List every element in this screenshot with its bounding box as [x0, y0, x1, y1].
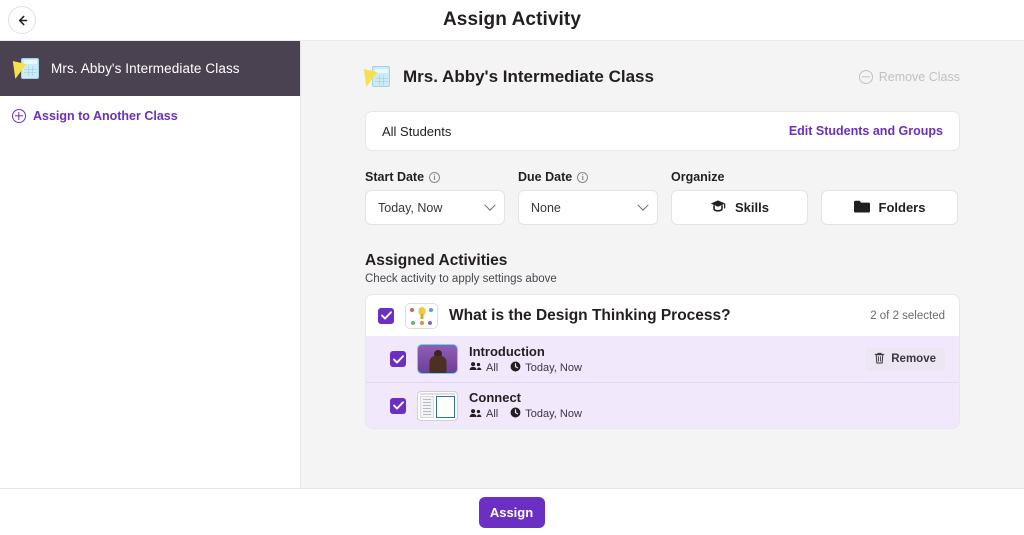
folders-button[interactable]: Folders [821, 190, 958, 225]
main-content: Mrs. Abby's Intermediate Class Remove Cl… [301, 41, 1024, 488]
audience-meta: All [469, 361, 498, 374]
assign-to-another-class-button[interactable]: Assign to Another Class [0, 96, 300, 123]
due-date-field: Due Date i None [518, 170, 658, 225]
organize-field: Organize Skills [671, 170, 958, 225]
start-date-value: Today, Now [378, 201, 442, 215]
sub-activity-checkbox[interactable] [390, 351, 406, 367]
assigned-activities-subtitle: Check activity to apply settings above [365, 273, 960, 285]
all-students-label: All Students [382, 124, 451, 139]
top-bar: Assign Activity [0, 0, 1024, 41]
sub-activity-row[interactable]: Introduction [366, 336, 959, 382]
due-date-label-group: Due Date i [518, 170, 658, 184]
time-meta: Today, Now [510, 361, 582, 375]
graduation-cap-icon [710, 199, 726, 216]
trash-icon [874, 352, 885, 367]
time-meta: Today, Now [510, 407, 582, 421]
folder-icon [854, 200, 870, 216]
connect-document-thumbnail [417, 391, 458, 421]
sub-activity-row[interactable]: Connect [366, 382, 959, 428]
assigned-activities-header: Assigned Activities Check activity to ap… [365, 252, 960, 285]
main-class-title: Mrs. Abby's Intermediate Class [403, 67, 654, 87]
assign-to-another-class-label: Assign to Another Class [33, 109, 178, 123]
assign-activity-page: Assign Activity Mrs. Abby's Intermediate… [0, 0, 1024, 535]
class-calculator-icon [365, 65, 391, 89]
time-label: Today, Now [525, 408, 582, 420]
sub-activity-checkbox[interactable] [390, 398, 406, 414]
activity-card: What is the Design Thinking Process? 2 o… [365, 294, 960, 429]
remove-activity-label: Remove [891, 353, 936, 365]
remove-activity-button[interactable]: Remove [865, 348, 945, 371]
footer-bar: Assign [0, 488, 1024, 535]
due-date-value: None [531, 201, 561, 215]
page-body: Mrs. Abby's Intermediate Class Assign to… [0, 41, 1024, 488]
organize-buttons: Skills Folders [671, 190, 958, 225]
clock-icon [510, 407, 521, 421]
skills-button[interactable]: Skills [671, 190, 808, 225]
sidebar-class-label: Mrs. Abby's Intermediate Class [51, 61, 240, 76]
info-icon[interactable]: i [429, 172, 440, 183]
time-label: Today, Now [525, 362, 582, 374]
students-card: All Students Edit Students and Groups [365, 111, 960, 151]
sub-activity-title: Introduction [469, 344, 854, 359]
remove-class-label: Remove Class [879, 70, 960, 84]
page-title: Assign Activity [0, 9, 1024, 31]
organize-label: Organize [671, 170, 958, 184]
edit-students-and-groups-link[interactable]: Edit Students and Groups [789, 124, 943, 138]
sidebar: Mrs. Abby's Intermediate Class Assign to… [0, 41, 301, 488]
sub-activity-title: Connect [469, 390, 945, 405]
clock-icon [510, 361, 521, 375]
circle-plus-icon [12, 109, 26, 123]
audience-label: All [486, 408, 498, 420]
activity-title: What is the Design Thinking Process? [449, 307, 859, 325]
audience-meta: All [469, 408, 498, 421]
circle-minus-icon [859, 70, 873, 84]
start-date-field: Start Date i Today, Now [365, 170, 505, 225]
assigned-activities-title: Assigned Activities [365, 252, 960, 270]
class-calculator-icon [14, 57, 40, 81]
chevron-down-icon [637, 199, 648, 210]
audience-label: All [486, 362, 498, 374]
remove-class-button[interactable]: Remove Class [859, 70, 960, 84]
activity-checkbox[interactable] [378, 308, 394, 324]
skills-label: Skills [735, 200, 769, 215]
info-icon[interactable]: i [577, 172, 588, 183]
arrow-left-icon [16, 14, 29, 27]
chevron-down-icon [484, 199, 495, 210]
main-class-header: Mrs. Abby's Intermediate Class Remove Cl… [365, 57, 960, 97]
back-button[interactable] [8, 6, 36, 34]
start-date-label-group: Start Date i [365, 170, 505, 184]
start-date-label: Start Date [365, 170, 424, 184]
people-icon [469, 408, 482, 421]
start-date-select[interactable]: Today, Now [365, 190, 505, 225]
due-date-select[interactable]: None [518, 190, 658, 225]
people-icon [469, 361, 482, 374]
settings-row: Start Date i Today, Now Due Date i [365, 170, 960, 225]
selected-count: 2 of 2 selected [870, 310, 945, 322]
folders-label: Folders [879, 200, 926, 215]
assign-button[interactable]: Assign [479, 497, 545, 528]
design-thinking-thumbnail [405, 303, 438, 329]
sidebar-item-class[interactable]: Mrs. Abby's Intermediate Class [0, 41, 300, 96]
due-date-label: Due Date [518, 170, 572, 184]
introduction-video-thumbnail [417, 344, 458, 374]
activity-parent-row[interactable]: What is the Design Thinking Process? 2 o… [366, 295, 959, 336]
